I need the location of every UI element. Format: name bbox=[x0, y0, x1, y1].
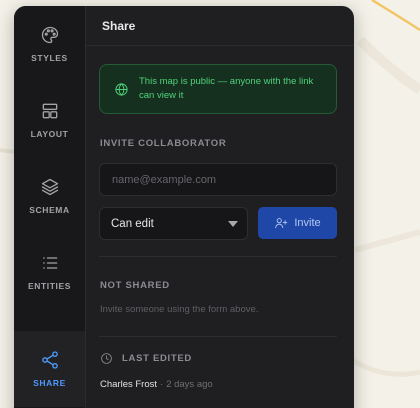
chevron-down-icon bbox=[228, 220, 238, 227]
rail-item-entities-label: ENTITIES bbox=[27, 281, 72, 291]
last-edited-heading: LAST EDITED bbox=[100, 352, 192, 365]
rail-item-share-label: SHARE bbox=[33, 378, 66, 388]
editor-separator: · bbox=[160, 379, 164, 390]
rail-item-schema[interactable]: SCHEMA bbox=[14, 158, 85, 234]
user-plus-icon bbox=[275, 218, 288, 229]
editor-name: Charles Frost bbox=[100, 379, 158, 390]
clock-icon bbox=[101, 353, 112, 364]
layout-icon bbox=[42, 103, 57, 119]
palette-icon bbox=[41, 26, 58, 44]
rail-item-schema-label: SCHEMA bbox=[29, 205, 70, 215]
divider bbox=[99, 336, 337, 337]
last-edited-info: Charles Frost · 2 days ago bbox=[100, 379, 213, 390]
rail-item-styles[interactable]: STYLES bbox=[14, 6, 85, 82]
panel-header: Share bbox=[85, 6, 354, 46]
sidebar-rail: STYLES LAYOUT SCHEMA ENTITIES SHARE bbox=[14, 6, 86, 408]
layers-icon bbox=[41, 178, 58, 196]
invite-heading: INVITE COLLABORATOR bbox=[100, 138, 227, 149]
public-notice: This map is public — anyone with the lin… bbox=[99, 64, 337, 114]
role-select-value: Can edit bbox=[111, 217, 154, 230]
list-icon bbox=[42, 257, 57, 269]
last-edited-label: LAST EDITED bbox=[122, 353, 192, 364]
public-notice-text: This map is public — anyone with the lin… bbox=[139, 76, 314, 101]
invite-button[interactable]: Invite bbox=[258, 207, 337, 239]
share-panel: STYLES LAYOUT SCHEMA ENTITIES SHARE Shar… bbox=[14, 6, 354, 408]
panel-title: Share bbox=[102, 18, 136, 33]
edit-time: 2 days ago bbox=[166, 379, 213, 390]
divider bbox=[99, 256, 337, 257]
globe-icon bbox=[115, 82, 128, 96]
invite-button-label: Invite bbox=[294, 217, 321, 229]
rail-item-styles-label: STYLES bbox=[31, 53, 68, 63]
rail-item-entities[interactable]: ENTITIES bbox=[14, 234, 85, 310]
shared-empty-text: Invite someone using the form above. bbox=[100, 304, 259, 315]
role-select[interactable]: Can edit bbox=[99, 207, 248, 240]
shared-heading: NOT SHARED bbox=[100, 280, 170, 291]
rail-item-share[interactable]: SHARE bbox=[14, 331, 85, 407]
rail-item-layout[interactable]: LAYOUT bbox=[14, 82, 85, 158]
share-content: Share This map is public — anyone with t… bbox=[85, 6, 354, 408]
rail-item-layout-label: LAYOUT bbox=[30, 129, 69, 139]
share-icon bbox=[41, 351, 58, 369]
email-input[interactable] bbox=[99, 163, 337, 196]
